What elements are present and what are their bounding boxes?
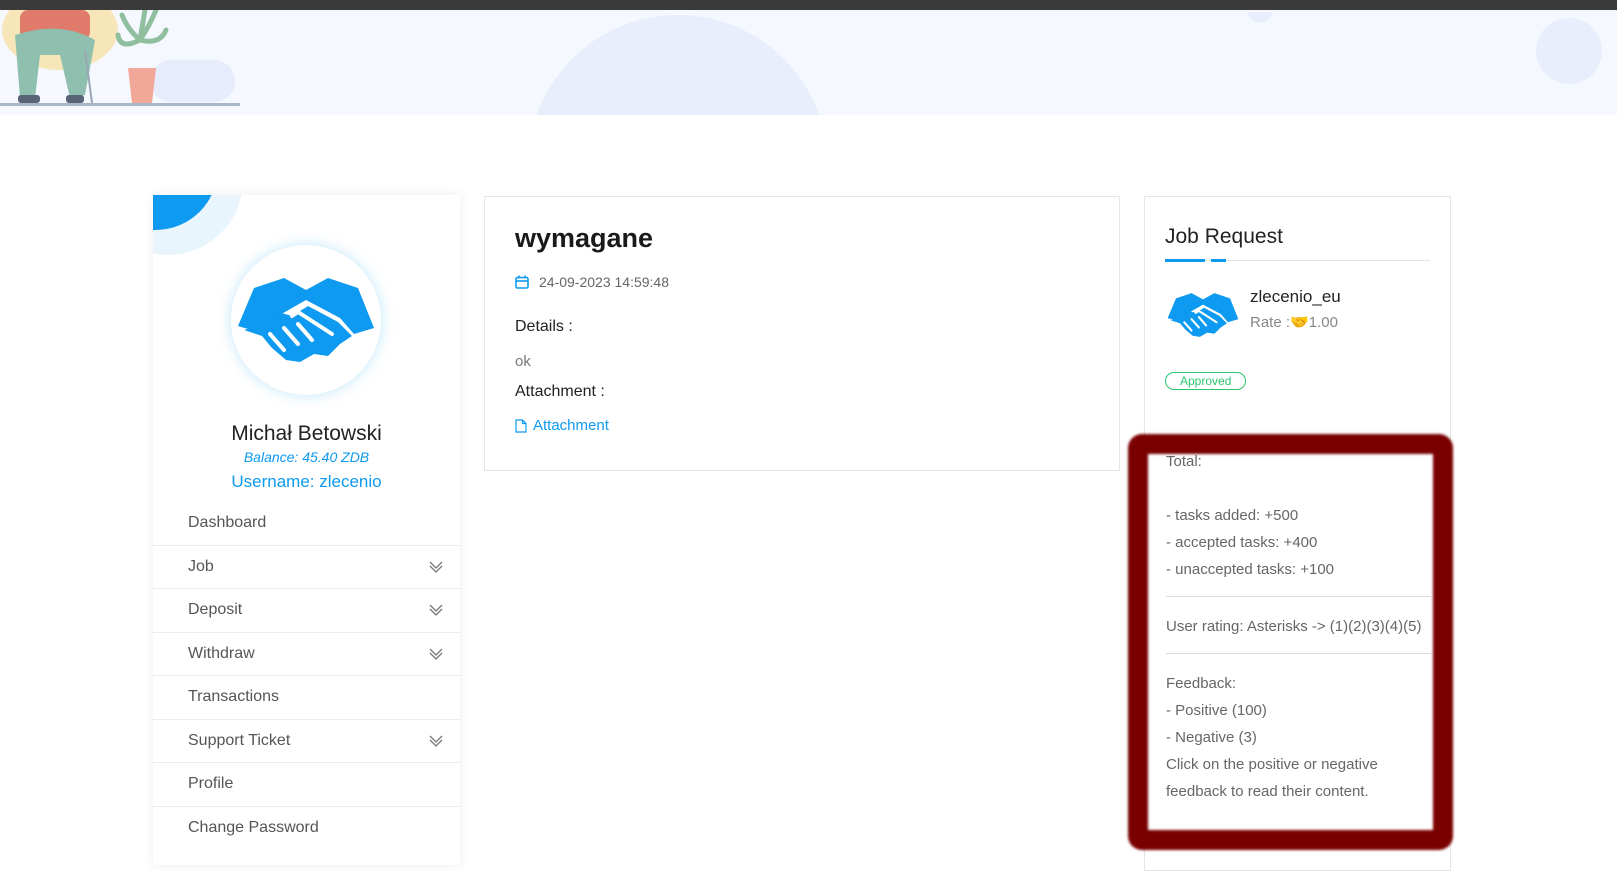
banner-illustration bbox=[2, 10, 169, 104]
banner-decoration bbox=[1536, 18, 1602, 84]
chevron-down-icon bbox=[429, 648, 443, 660]
title-accent bbox=[1211, 259, 1226, 262]
profile-sidebar: Michał Betowski Balance: 45.40 ZDB Usern… bbox=[153, 195, 460, 865]
sidebar-item-label: Deposit bbox=[188, 601, 243, 619]
attachment-link-text: Attachment bbox=[533, 417, 609, 434]
chevron-down-icon bbox=[429, 561, 443, 573]
avatar bbox=[231, 245, 381, 395]
sidebar-item-deposit[interactable]: Deposit bbox=[153, 589, 460, 633]
job-date: 24-09-2023 14:59:48 bbox=[515, 274, 669, 290]
job-request-title: Job Request bbox=[1165, 225, 1283, 248]
highlight-frame bbox=[1128, 434, 1453, 850]
attachment-label: Attachment : bbox=[515, 383, 605, 400]
calendar-icon bbox=[515, 275, 529, 289]
sidebar-item-transactions[interactable]: Transactions bbox=[153, 676, 460, 720]
chevron-down-icon bbox=[429, 604, 443, 616]
job-detail-card: wymagane 24-09-2023 14:59:48 Details : o… bbox=[484, 196, 1120, 471]
user-username: Username: zlecenio bbox=[231, 472, 382, 491]
top-bar bbox=[0, 0, 1617, 10]
handshake-icon bbox=[238, 278, 374, 362]
sidebar-item-label: Withdraw bbox=[188, 644, 255, 662]
requester-name[interactable]: zlecenio_eu bbox=[1250, 287, 1341, 307]
rate-label: Rate : bbox=[1250, 314, 1291, 331]
user-balance: Balance: 45.40 ZDB bbox=[243, 449, 370, 465]
job-title: wymagane bbox=[515, 223, 654, 253]
chevron-down-icon bbox=[429, 735, 443, 747]
sidebar-menu: Dashboard Job Deposit Withdraw Transacti… bbox=[153, 502, 460, 850]
sidebar-item-label: Transactions bbox=[188, 688, 279, 706]
requester-avatar[interactable] bbox=[1165, 289, 1241, 341]
handshake-icon: 🤝 bbox=[1290, 314, 1309, 331]
job-date-text: 24-09-2023 14:59:48 bbox=[539, 274, 669, 290]
sidebar-item-label: Job bbox=[188, 557, 214, 575]
sidebar-item-label: Support Ticket bbox=[188, 731, 291, 749]
title-accent bbox=[1165, 259, 1205, 262]
sidebar-item-job[interactable]: Job bbox=[153, 546, 460, 589]
sidebar-item-dashboard[interactable]: Dashboard bbox=[153, 502, 460, 546]
file-icon bbox=[515, 418, 527, 433]
sidebar-item-label: Profile bbox=[188, 775, 234, 793]
sidebar-item-label: Change Password bbox=[188, 819, 319, 837]
details-value: ok bbox=[515, 353, 531, 370]
sidebar-item-change-password[interactable]: Change Password bbox=[153, 807, 460, 851]
requester-rate: Rate :🤝1.00 bbox=[1250, 313, 1338, 331]
sidebar-item-withdraw[interactable]: Withdraw bbox=[153, 633, 460, 676]
sidebar-item-profile[interactable]: Profile bbox=[153, 763, 460, 807]
attachment-link[interactable]: Attachment bbox=[515, 417, 609, 434]
user-name: Michał Betowski bbox=[231, 422, 382, 445]
sidebar-item-label: Dashboard bbox=[188, 514, 267, 532]
banner-decoration bbox=[528, 15, 828, 115]
banner-decoration bbox=[1248, 12, 1272, 22]
rate-value: 1.00 bbox=[1308, 314, 1338, 331]
details-label: Details : bbox=[515, 318, 573, 335]
sidebar-item-support-ticket[interactable]: Support Ticket bbox=[153, 720, 460, 763]
page-banner bbox=[0, 10, 1617, 115]
status-badge: Approved bbox=[1165, 372, 1247, 390]
